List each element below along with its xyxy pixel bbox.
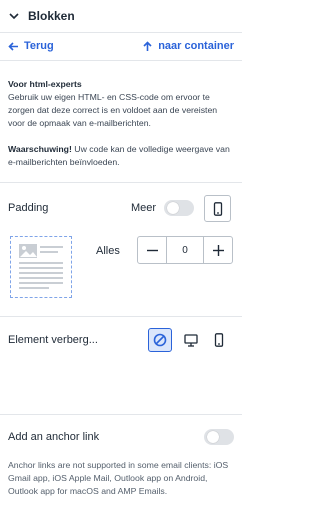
mobile-padding-button[interactable] [204, 195, 231, 222]
arrow-up-icon [143, 40, 152, 51]
to-container-label: naar container [158, 40, 234, 52]
visibility-none-button[interactable] [148, 328, 172, 352]
warning-paragraph: Waarschuwing! Uw code kan de volledige w… [8, 143, 236, 169]
image-placeholder-icon [19, 244, 63, 289]
experts-text: Gebruik uw eigen HTML- en CSS-code om er… [8, 92, 218, 128]
block-icon [153, 333, 167, 347]
decrement-button[interactable] [138, 237, 166, 263]
nav-bar: Terug naar container [0, 33, 242, 59]
warning-title: Waarschuwing! [8, 144, 72, 154]
mobile-icon [214, 333, 224, 347]
back-label: Terug [24, 40, 54, 52]
hide-desktop-button[interactable] [179, 328, 203, 352]
toggle-knob [167, 202, 179, 214]
anchor-link-label: Add an anchor link [8, 431, 100, 443]
desktop-icon [184, 333, 198, 347]
arrow-left-icon [8, 41, 18, 51]
html-expert-info: Voor html-experts Gebruik uw eigen HTML-… [8, 78, 236, 182]
experts-paragraph: Voor html-experts Gebruik uw eigen HTML-… [8, 78, 236, 130]
divider [0, 414, 242, 415]
minus-icon [146, 249, 158, 251]
panel-header[interactable]: Blokken [0, 0, 242, 32]
to-container-link[interactable]: naar container [142, 40, 234, 52]
increment-button[interactable] [204, 237, 232, 263]
divider [0, 60, 242, 61]
toggle-knob [207, 431, 219, 443]
panel-title: Blokken [28, 9, 75, 23]
anchor-link-note: Anchor links are not supported in some e… [8, 460, 229, 496]
mobile-icon [213, 201, 222, 216]
chevron-down-icon[interactable] [8, 10, 20, 22]
anchor-link-toggle[interactable] [204, 429, 234, 445]
plus-icon [212, 244, 224, 256]
hide-mobile-button[interactable] [207, 328, 231, 352]
padding-value[interactable]: 0 [166, 237, 204, 263]
experts-title: Voor html-experts [8, 79, 82, 89]
more-label: Meer [131, 202, 157, 214]
padding-label: Padding [8, 202, 49, 214]
divider [0, 182, 242, 183]
all-label: Alles [96, 245, 120, 257]
back-link[interactable]: Terug [8, 40, 54, 52]
more-toggle[interactable] [164, 200, 194, 216]
padding-stepper: 0 [137, 236, 233, 264]
divider [0, 316, 242, 317]
hide-element-label: Element verberg... [8, 334, 98, 346]
padding-preview [10, 236, 72, 298]
